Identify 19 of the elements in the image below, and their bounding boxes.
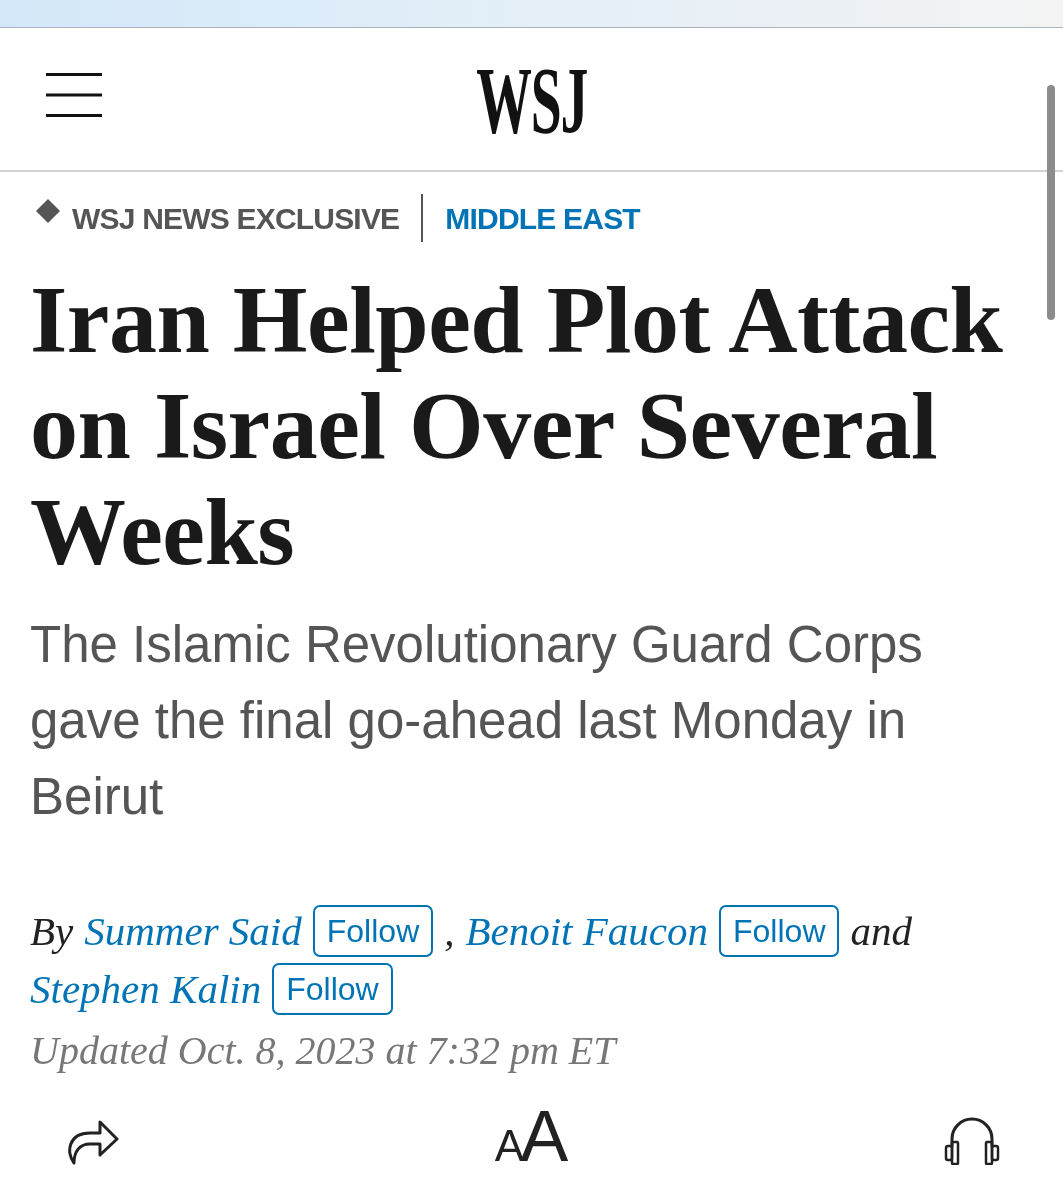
subheadline: The Islamic Revolutionary Guard Corps gave the final go-ahead last Monday in Beirut	[30, 615, 924, 827]
follow-button[interactable]: Follow	[272, 963, 393, 1015]
follow-button[interactable]: Follow	[719, 905, 840, 957]
byline-text: By	[30, 907, 74, 956]
diamond-icon	[36, 199, 60, 223]
byline-text: and	[850, 907, 912, 956]
follow-button[interactable]: Follow	[312, 905, 434, 957]
menu-button[interactable]	[46, 73, 102, 117]
text-size-button[interactable]: AA	[494, 1108, 569, 1165]
wsj-logo[interactable]: WSJ	[476, 53, 587, 149]
author-link[interactable]: Summer Said	[84, 905, 302, 957]
author-link[interactable]: Benoit Faucon	[465, 905, 708, 957]
byline-text: ,	[444, 907, 455, 956]
kicker-label: WSJ NEWS EXCLUSIVE	[72, 200, 400, 237]
headline: Iran Helped Plot Attack on Israel Over Several Weeks	[30, 267, 1004, 585]
author-link[interactable]: Stephen Kalin	[30, 963, 262, 1015]
menu-icon	[46, 73, 102, 117]
timestamp: Updated Oct. 8, 2023 at 7:32 pm ET	[30, 1027, 619, 1075]
section-link[interactable]: MIDDLE EAST	[445, 195, 640, 241]
